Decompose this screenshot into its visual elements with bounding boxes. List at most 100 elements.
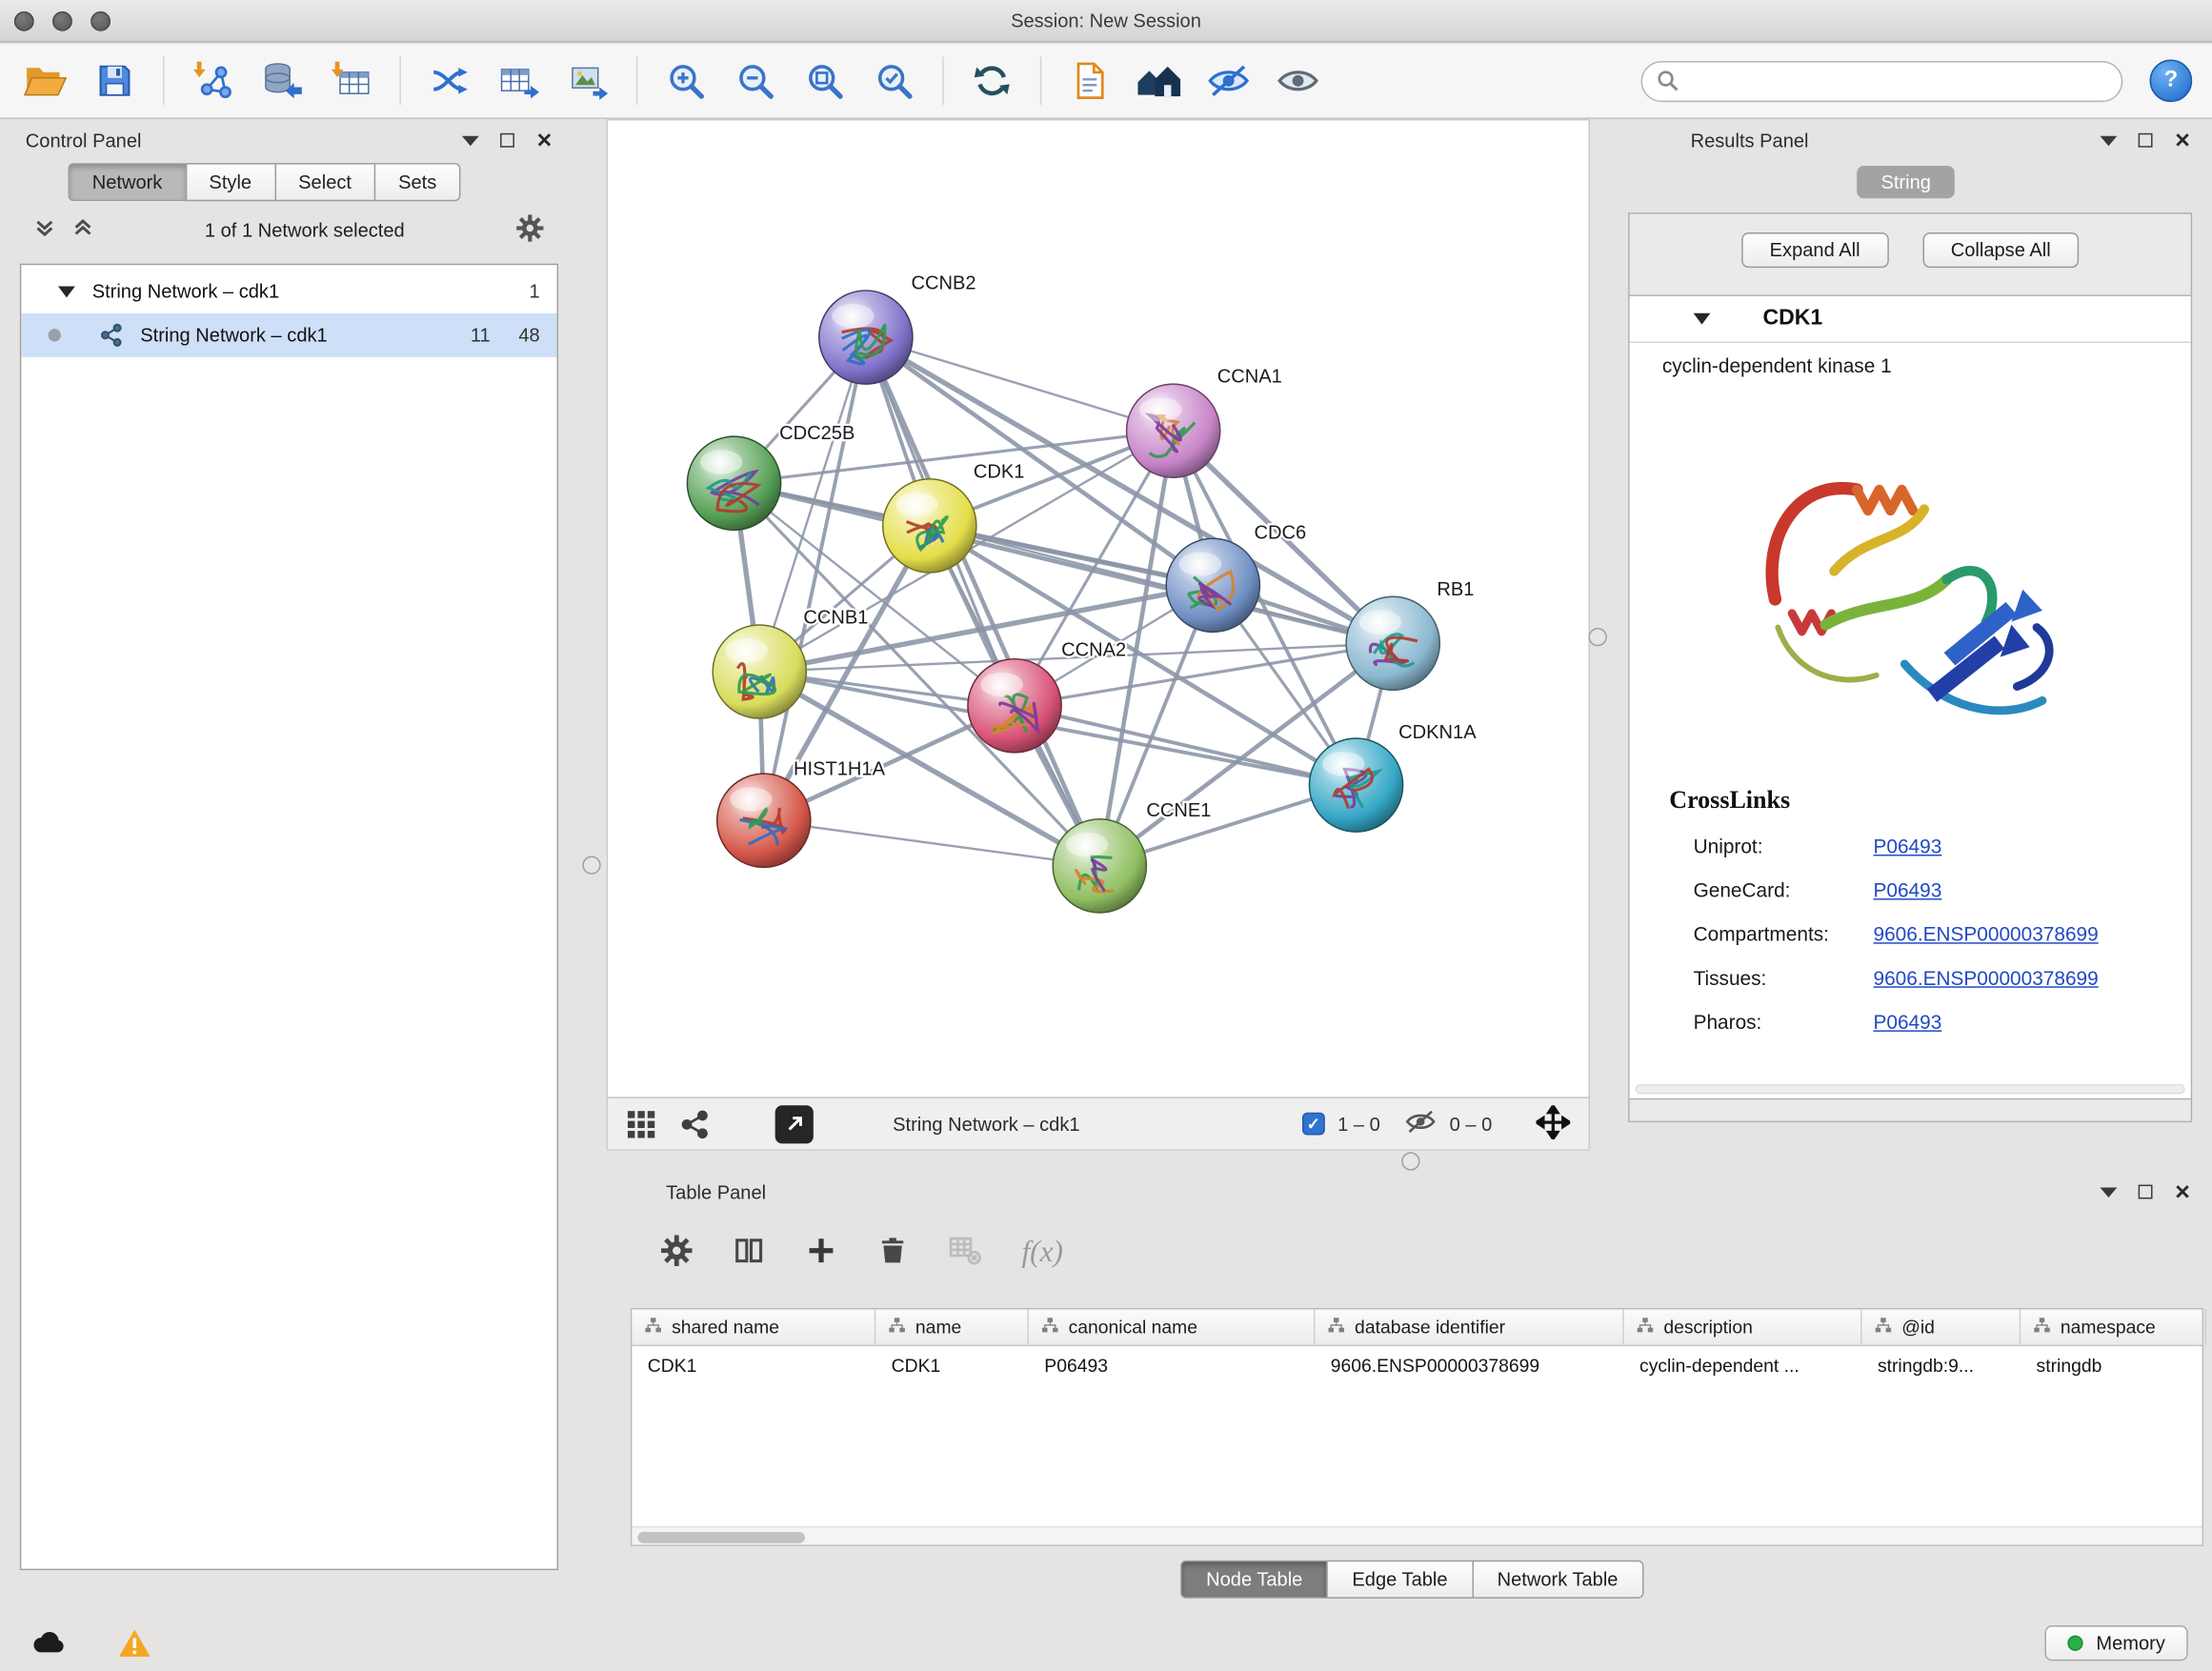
column-header-database-identifier[interactable]: database identifier — [1315, 1309, 1623, 1344]
selected-indicator-checkbox[interactable]: ✓ — [1302, 1113, 1325, 1136]
right-splitter-handle[interactable] — [1588, 628, 1606, 646]
network-collection-row[interactable]: String Network – cdk1 1 — [21, 270, 556, 313]
column-label: @id — [1901, 1317, 1935, 1338]
column-header-namespace[interactable]: namespace — [2021, 1309, 2206, 1344]
function-builder-button[interactable]: f(x) — [1021, 1235, 1062, 1270]
bottom-splitter-handle[interactable] — [1401, 1152, 1419, 1170]
graph-node-HIST1H1A[interactable]: HIST1H1A — [717, 759, 886, 868]
graph-edge[interactable] — [866, 337, 1174, 431]
float-panel-icon[interactable] — [2139, 133, 2153, 148]
graph-edge[interactable] — [764, 820, 1100, 866]
help-button[interactable]: ? — [2150, 59, 2193, 102]
crosslink-uniprot-link[interactable]: P06493 — [1873, 834, 1941, 856]
hide-selected-button[interactable] — [1197, 51, 1259, 111]
close-panel-icon[interactable]: ✕ — [2174, 1182, 2190, 1202]
birdseye-view-icon[interactable] — [626, 1109, 655, 1138]
collapse-panel-icon[interactable] — [462, 135, 479, 145]
collapse-panel-icon[interactable] — [2101, 135, 2118, 145]
move-crosshair-icon[interactable] — [1536, 1105, 1570, 1143]
gear-icon[interactable] — [515, 213, 544, 246]
window-minimize-button[interactable] — [52, 11, 72, 31]
tab-node-table[interactable]: Node Table — [1180, 1560, 1326, 1599]
node-gloss — [700, 450, 743, 473]
table-horizontal-scrollbar[interactable] — [632, 1526, 2202, 1544]
import-network-database-button[interactable] — [251, 51, 312, 111]
show-all-button[interactable] — [1267, 51, 1329, 111]
expand-all-trees-icon[interactable] — [72, 217, 93, 243]
graph-node-CDKN1A[interactable]: CDKN1A — [1309, 722, 1477, 832]
memory-button[interactable]: Memory — [2045, 1624, 2188, 1660]
show-columns-icon[interactable] — [733, 1234, 765, 1271]
tab-network-table[interactable]: Network Table — [1472, 1560, 1643, 1599]
scrollbar-thumb[interactable] — [637, 1531, 805, 1542]
tab-sets[interactable]: Sets — [374, 163, 461, 201]
zoom-in-button[interactable] — [654, 51, 716, 111]
network-view-panel[interactable]: CCNB2CCNA1CDC25BCDK1CDC6RB1CCNB1CCNA2CDK… — [607, 119, 1590, 1151]
tab-style[interactable]: Style — [185, 163, 274, 201]
float-panel-icon[interactable] — [500, 133, 514, 148]
protein-card-header[interactable]: CDK1 — [1630, 296, 2191, 343]
document-copy-button[interactable] — [1058, 51, 1120, 111]
new-network-from-selection-button[interactable] — [418, 51, 480, 111]
home-button[interactable] — [1128, 51, 1190, 111]
column-header--id[interactable]: @id — [1862, 1309, 2021, 1344]
graph-node-CCNA1[interactable]: CCNA1 — [1127, 367, 1282, 478]
column-header-canonical-name[interactable]: canonical name — [1029, 1309, 1315, 1344]
network-graph[interactable]: CCNB2CCNA1CDC25BCDK1CDC6RB1CCNB1CCNA2CDK… — [608, 120, 1588, 1097]
network-row[interactable]: String Network – cdk1 11 48 — [21, 313, 556, 357]
save-session-button[interactable] — [84, 51, 146, 111]
import-network-file-button[interactable] — [181, 51, 243, 111]
crosslink-compartments-link[interactable]: 9606.ENSP00000378699 — [1873, 922, 2098, 945]
results-scrollbar[interactable] — [1636, 1084, 2185, 1094]
refresh-layout-button[interactable] — [961, 51, 1023, 111]
search-input[interactable] — [1641, 60, 2123, 101]
graph-node-CCNB1[interactable]: CCNB1 — [713, 608, 868, 719]
table-row[interactable]: CDK1CDK1P064939606.ENSP00000378699cyclin… — [632, 1346, 2202, 1383]
warnings-button[interactable] — [110, 1622, 161, 1662]
zoom-out-button[interactable] — [724, 51, 786, 111]
hidden-eye-slash-icon[interactable] — [1404, 1108, 1437, 1139]
crosslink-pharos-link[interactable]: P06493 — [1873, 1010, 1941, 1033]
window-zoom-button[interactable] — [90, 11, 111, 31]
column-header-name[interactable]: name — [875, 1309, 1029, 1344]
delete-table-icon[interactable] — [948, 1233, 982, 1271]
crosslink-genecard-link[interactable]: P06493 — [1873, 878, 1941, 901]
network-share-icon[interactable] — [680, 1109, 710, 1138]
table-panel: Table Panel ✕ f(x) shared namenamecanoni… — [619, 1174, 2205, 1609]
crosslink-tissues-link[interactable]: 9606.ENSP00000378699 — [1873, 966, 2098, 989]
expand-all-button[interactable]: Expand All — [1741, 232, 1888, 268]
collapse-caret-icon[interactable] — [1694, 313, 1711, 325]
tab-string[interactable]: String — [1857, 166, 1955, 198]
zoom-fit-button[interactable] — [794, 51, 855, 111]
collapse-all-trees-icon[interactable] — [34, 217, 55, 243]
cloud-button[interactable] — [24, 1622, 75, 1662]
export-image-button[interactable] — [557, 51, 619, 111]
import-table-button[interactable] — [320, 51, 382, 111]
tab-select[interactable]: Select — [274, 163, 374, 201]
open-external-button[interactable] — [775, 1105, 814, 1143]
close-panel-icon[interactable]: ✕ — [2174, 131, 2190, 151]
open-session-button[interactable] — [14, 51, 76, 111]
close-panel-icon[interactable]: ✕ — [536, 131, 553, 151]
zoom-selected-button[interactable] — [863, 51, 925, 111]
collapse-panel-icon[interactable] — [2101, 1187, 2118, 1197]
graph-edge[interactable] — [764, 337, 866, 820]
window-close-button[interactable] — [14, 11, 34, 31]
float-panel-icon[interactable] — [2139, 1185, 2153, 1199]
export-network-button[interactable] — [488, 51, 550, 111]
graph-node-CCNB2[interactable]: CCNB2 — [819, 272, 976, 384]
column-header-shared-name[interactable]: shared name — [632, 1309, 875, 1344]
graph-node-RB1[interactable]: RB1 — [1346, 579, 1474, 691]
graph-node-CDK1[interactable]: CDK1 — [883, 461, 1025, 573]
graph-edge[interactable] — [866, 337, 1099, 866]
collapse-all-button[interactable]: Collapse All — [1922, 232, 2079, 268]
tab-network[interactable]: Network — [68, 163, 185, 201]
tab-edge-table[interactable]: Edge Table — [1327, 1560, 1472, 1599]
graph-edge[interactable] — [1015, 706, 1356, 785]
table-settings-gear-icon[interactable] — [660, 1234, 693, 1271]
add-column-icon[interactable] — [805, 1234, 837, 1271]
delete-column-trash-icon[interactable] — [877, 1235, 909, 1270]
tree-expand-caret-icon[interactable] — [58, 286, 75, 297]
column-header-description[interactable]: description — [1624, 1309, 1862, 1344]
left-splitter-handle[interactable] — [582, 856, 600, 874]
